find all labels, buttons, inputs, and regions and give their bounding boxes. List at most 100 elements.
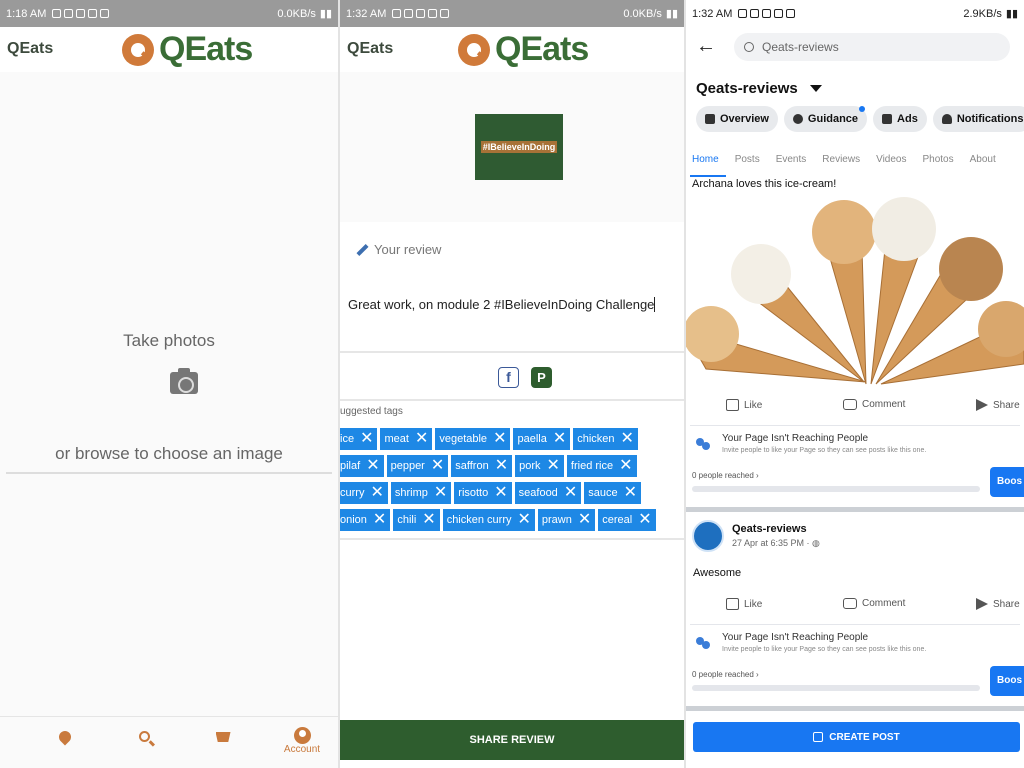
tab-about[interactable]: About xyxy=(970,154,996,165)
search-input[interactable]: Qeats-reviews xyxy=(734,33,1010,61)
take-photos-label[interactable]: Take photos xyxy=(0,331,338,351)
close-icon[interactable]: ✕ xyxy=(422,512,435,528)
search-icon xyxy=(744,42,754,52)
close-icon[interactable]: ✕ xyxy=(564,485,577,501)
close-icon[interactable]: ✕ xyxy=(547,458,560,474)
post-date-text: 27 Apr at 6:35 PM · xyxy=(732,538,813,548)
tag-chip[interactable]: cereal ✕ xyxy=(598,509,656,531)
avatar[interactable] xyxy=(692,520,724,552)
share-label: Share xyxy=(993,598,1020,610)
tag-chip[interactable]: pilaf ✕ xyxy=(340,455,384,477)
close-icon[interactable]: ✕ xyxy=(360,431,373,447)
chip-guidance[interactable]: Guidance xyxy=(783,106,868,132)
reach-subtitle: Invite people to like your Page so they … xyxy=(722,447,927,454)
post-separator xyxy=(686,706,1024,711)
network-speed: 0.0KB/s xyxy=(623,7,662,20)
camera-icon[interactable] xyxy=(170,368,198,394)
tag-chip[interactable]: prawn ✕ xyxy=(537,509,596,531)
people-reached[interactable]: 0 people reached › xyxy=(692,471,759,480)
facebook-page-screen: 1:32 AM 2.9KB/s ▮▮ ← Qeats-reviews Qeats-… xyxy=(686,0,1024,768)
like-button[interactable]: Like xyxy=(726,598,762,610)
tag-chip[interactable]: chili ✕ xyxy=(393,509,440,531)
page-name[interactable]: Qeats-reviews xyxy=(696,80,822,97)
tag-chip[interactable]: ice ✕ xyxy=(340,428,378,450)
share-review-button[interactable]: SHARE REVIEW xyxy=(340,720,684,760)
tab-home[interactable]: Home xyxy=(692,154,719,165)
tag-chip[interactable]: pork ✕ xyxy=(515,455,564,477)
tag-chip[interactable]: vegetable ✕ xyxy=(435,428,511,450)
create-post-button[interactable]: CREATE POST xyxy=(693,722,1020,752)
people-icon xyxy=(696,436,712,452)
review-label-text: Your review xyxy=(374,242,442,257)
close-icon[interactable]: ✕ xyxy=(366,458,379,474)
tab-photos[interactable]: Photos xyxy=(922,154,953,165)
tag-chip[interactable]: pepper ✕ xyxy=(386,455,449,477)
close-icon[interactable]: ✕ xyxy=(578,512,591,528)
tag-chip[interactable]: sauce ✕ xyxy=(584,482,641,504)
browse-image-link[interactable]: or browse to choose an image xyxy=(0,444,338,464)
chip-overview[interactable]: Overview xyxy=(696,106,778,132)
q-logo-icon xyxy=(122,33,154,66)
share-button[interactable]: Share xyxy=(976,598,1020,610)
chip-ads[interactable]: Ads xyxy=(873,106,927,132)
tag-chip[interactable]: paella ✕ xyxy=(513,428,571,450)
close-icon[interactable]: ✕ xyxy=(370,485,383,501)
close-icon[interactable]: ✕ xyxy=(415,431,428,447)
nav-search[interactable] xyxy=(135,727,153,742)
close-icon[interactable]: ✕ xyxy=(494,485,507,501)
divider xyxy=(340,538,684,540)
like-button[interactable]: Like xyxy=(726,399,762,411)
nav-location[interactable] xyxy=(56,727,74,746)
tag-chip[interactable]: onion ✕ xyxy=(340,509,391,531)
back-arrow-icon[interactable]: ← xyxy=(696,36,716,56)
tab-events[interactable]: Events xyxy=(776,154,807,165)
close-icon[interactable]: ✕ xyxy=(434,485,447,501)
close-icon[interactable]: ✕ xyxy=(495,458,508,474)
post-author[interactable]: Qeats-reviews xyxy=(732,523,807,535)
tag-chip[interactable]: seafood ✕ xyxy=(514,482,582,504)
page-name-text: Qeats-reviews xyxy=(696,80,798,97)
tag-chip[interactable]: meat ✕ xyxy=(380,428,433,450)
qeats-photo-screen: 1:18 AM 0.0KB/s ▮▮ QEats QEats Take photo… xyxy=(0,0,338,768)
comment-button[interactable]: Comment xyxy=(843,399,905,410)
close-icon[interactable]: ✕ xyxy=(619,458,632,474)
nav-cart[interactable] xyxy=(214,727,232,742)
tag-label: curry xyxy=(340,487,365,499)
ice-cream-photo[interactable] xyxy=(686,194,1024,390)
pinterest-icon[interactable]: P xyxy=(531,367,552,388)
tag-label: shrimp xyxy=(394,487,428,499)
tag-chip[interactable]: chicken curry ✕ xyxy=(442,509,535,531)
divider xyxy=(340,351,684,353)
close-icon[interactable]: ✕ xyxy=(621,431,634,447)
tag-chip[interactable]: fried rice ✕ xyxy=(566,455,637,477)
close-icon[interactable]: ✕ xyxy=(373,512,386,528)
boost-button[interactable]: Boos xyxy=(990,467,1024,497)
tag-chip[interactable]: curry ✕ xyxy=(340,482,388,504)
close-icon[interactable]: ✕ xyxy=(624,485,637,501)
share-button[interactable]: Share xyxy=(976,399,1020,411)
comment-button[interactable]: Comment xyxy=(843,598,905,609)
review-label: Your review xyxy=(356,242,441,257)
tag-chip[interactable]: chicken ✕ xyxy=(573,428,638,450)
chip-notifications[interactable]: Notifications xyxy=(932,106,1024,132)
review-input[interactable]: Great work, on module 2 #IBelieveInDoing… xyxy=(348,297,656,312)
selected-image-thumbnail[interactable]: #IBelieveInDoing xyxy=(475,114,563,180)
bottom-nav: Account xyxy=(0,716,338,768)
tab-posts[interactable]: Posts xyxy=(735,154,760,165)
tab-reviews[interactable]: Reviews xyxy=(822,154,860,165)
tag-row: onion ✕ chili ✕ chicken curry ✕ prawn ✕ cere… xyxy=(340,509,656,531)
tab-videos[interactable]: Videos xyxy=(876,154,906,165)
close-icon[interactable]: ✕ xyxy=(431,458,444,474)
tag-chip[interactable]: risotto ✕ xyxy=(454,482,512,504)
close-icon[interactable]: ✕ xyxy=(517,512,530,528)
facebook-icon[interactable]: f xyxy=(498,367,519,388)
close-icon[interactable]: ✕ xyxy=(638,512,651,528)
comment-icon xyxy=(843,399,857,410)
tag-chip[interactable]: saffron ✕ xyxy=(451,455,513,477)
tag-chip[interactable]: shrimp ✕ xyxy=(390,482,452,504)
people-reached[interactable]: 0 people reached › xyxy=(692,670,759,679)
boost-button[interactable]: Boos xyxy=(990,666,1024,696)
nav-account[interactable]: Account xyxy=(280,727,324,755)
close-icon[interactable]: ✕ xyxy=(553,431,566,447)
close-icon[interactable]: ✕ xyxy=(493,431,506,447)
